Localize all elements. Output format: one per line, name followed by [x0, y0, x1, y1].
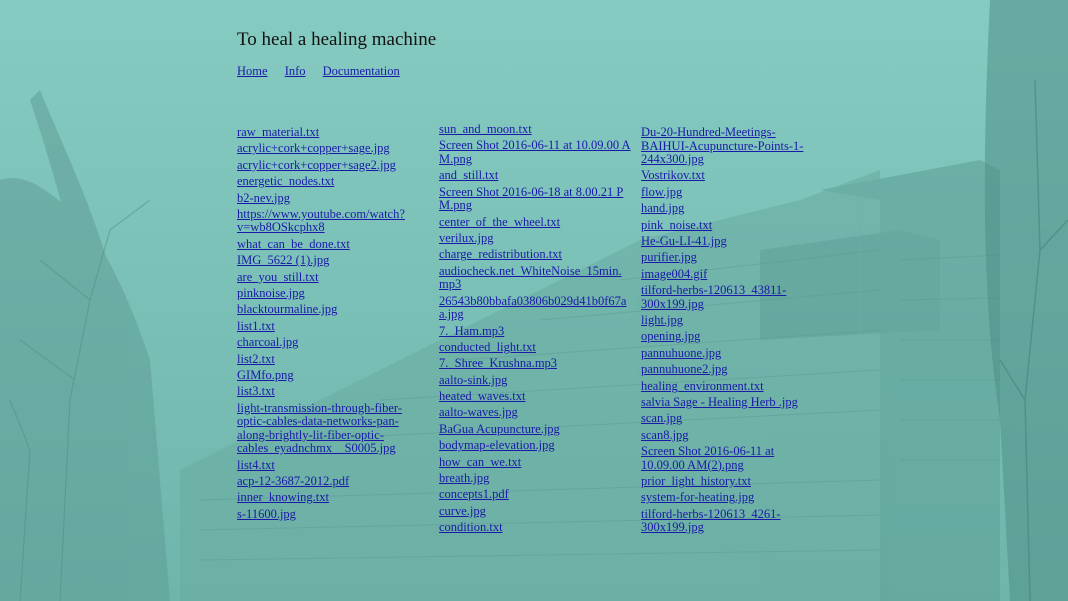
- file-link[interactable]: 7._Shree_Krushna.mp3: [439, 357, 631, 371]
- file-link[interactable]: 26543b80bbafa03806b029d41b0f67aa.jpg: [439, 294, 631, 322]
- file-link[interactable]: charcoal.jpg: [237, 336, 427, 350]
- file-link[interactable]: hand.jpg: [641, 202, 821, 216]
- file-link[interactable]: heated_waves.txt: [439, 390, 631, 404]
- file-link[interactable]: list1.txt: [237, 319, 427, 334]
- file-link[interactable]: image004.gif: [641, 267, 821, 282]
- file-link[interactable]: concepts1.pdf: [439, 488, 631, 502]
- top-nav: Home Info Documentation: [237, 64, 414, 79]
- file-link[interactable]: scan8.jpg: [641, 428, 821, 443]
- nav-info-link[interactable]: Info: [285, 64, 306, 78]
- file-link[interactable]: system-for-heating.jpg: [641, 491, 821, 505]
- file-link[interactable]: s-11600.jpg: [237, 507, 427, 522]
- file-link[interactable]: Vostrikov.txt: [641, 169, 821, 183]
- file-list-column-2: sun_and_moon.txt Screen Shot 2016-06-11 a…: [439, 122, 631, 538]
- file-link[interactable]: what_can_be_done.txt: [237, 237, 427, 252]
- file-link[interactable]: bodymap-elevation.jpg: [439, 439, 631, 453]
- file-link[interactable]: BaGua Acupuncture.jpg: [439, 422, 631, 437]
- file-link[interactable]: energetic_nodes.txt: [237, 175, 427, 189]
- file-link[interactable]: center_of_the_wheel.txt: [439, 215, 631, 230]
- file-link[interactable]: list2.txt: [237, 352, 427, 367]
- file-link[interactable]: 7._Ham.mp3: [439, 324, 631, 339]
- file-link[interactable]: breath.jpg: [439, 472, 631, 486]
- file-link[interactable]: light-transmission-through-fiber-optic-c…: [237, 401, 427, 456]
- file-link[interactable]: scan.jpg: [641, 412, 821, 426]
- file-link[interactable]: charge_redistribution.txt: [439, 248, 631, 262]
- file-link[interactable]: Screen Shot 2016-06-11 at 10.09.00 AM.pn…: [439, 139, 631, 166]
- file-link[interactable]: conducted_light.txt: [439, 340, 631, 355]
- file-link[interactable]: audiocheck.net_WhiteNoise_15min.mp3: [439, 264, 631, 292]
- file-link[interactable]: pink_noise.txt: [641, 218, 821, 233]
- file-link[interactable]: light.jpg: [641, 314, 821, 328]
- file-link[interactable]: purifier.jpg: [641, 251, 821, 265]
- file-link[interactable]: https://www.youtube.com/watch?v=wb8OSkcp…: [237, 207, 427, 235]
- file-link[interactable]: how_can_we.txt: [439, 455, 631, 470]
- file-link[interactable]: aalto-sink.jpg: [439, 373, 631, 388]
- file-link[interactable]: list4.txt: [237, 458, 427, 473]
- file-link[interactable]: sun_and_moon.txt: [439, 122, 631, 137]
- file-link[interactable]: curve.jpg: [439, 504, 631, 519]
- file-link[interactable]: prior_light_history.txt: [641, 475, 821, 489]
- file-link[interactable]: verilux.jpg: [439, 231, 631, 246]
- file-link[interactable]: condition.txt: [439, 521, 631, 535]
- file-link[interactable]: and_still.txt: [439, 169, 631, 183]
- file-list-column-1: raw_material.txt acrylic+cork+copper+sage…: [237, 125, 427, 524]
- nav-home-link[interactable]: Home: [237, 64, 268, 78]
- file-link[interactable]: healing_environment.txt: [641, 379, 821, 394]
- file-link[interactable]: GIMfo.png: [237, 368, 427, 383]
- file-link[interactable]: list3.txt: [237, 385, 427, 399]
- file-link[interactable]: pannuhuone.jpg: [641, 346, 821, 361]
- file-link[interactable]: Du-20-Hundred-Meetings-BAIHUI-Acupunctur…: [641, 125, 821, 167]
- file-list-column-3: Du-20-Hundred-Meetings-BAIHUI-Acupunctur…: [641, 125, 821, 538]
- file-link[interactable]: raw_material.txt: [237, 125, 427, 140]
- file-link[interactable]: acp-12-3687-2012.pdf: [237, 475, 427, 489]
- file-link[interactable]: flow.jpg: [641, 185, 821, 200]
- nav-documentation-link[interactable]: Documentation: [323, 64, 400, 78]
- file-link[interactable]: are_you_still.txt: [237, 270, 427, 285]
- file-link[interactable]: aalto-waves.jpg: [439, 406, 631, 420]
- file-link[interactable]: pannuhuone2.jpg: [641, 363, 821, 377]
- file-link[interactable]: inner_knowing.txt: [237, 491, 427, 505]
- file-link[interactable]: acrylic+cork+copper+sage.jpg: [237, 142, 427, 156]
- file-link[interactable]: IMG_5622 (1).jpg: [237, 254, 427, 268]
- file-link[interactable]: b2-nev.jpg: [237, 191, 427, 206]
- file-link[interactable]: pinknoise.jpg: [237, 287, 427, 301]
- file-link[interactable]: salvia Sage - Healing Herb .jpg: [641, 395, 821, 410]
- file-link[interactable]: tilford-herbs-120613_4261-300x199.jpg: [641, 507, 821, 535]
- site-title: To heal a healing machine: [237, 29, 437, 50]
- file-link[interactable]: Screen Shot 2016-06-11 at 10.09.00 AM(2)…: [641, 444, 821, 472]
- file-link[interactable]: tilford-herbs-120613_43811-300x199.jpg: [641, 283, 821, 311]
- file-link[interactable]: He-Gu-LI-41.jpg: [641, 234, 821, 249]
- file-link[interactable]: Screen Shot 2016-06-18 at 8.00.21 PM.png: [439, 185, 631, 213]
- file-link[interactable]: blacktourmaline.jpg: [237, 303, 427, 317]
- file-link[interactable]: opening.jpg: [641, 330, 821, 344]
- file-link[interactable]: acrylic+cork+copper+sage2.jpg: [237, 158, 427, 173]
